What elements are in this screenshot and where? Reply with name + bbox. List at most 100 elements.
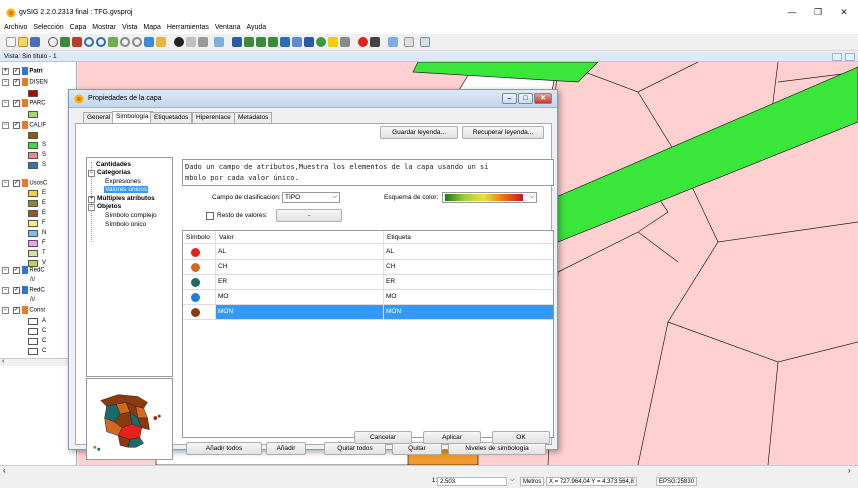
- tree-item-cantidades[interactable]: Cantidades: [96, 161, 131, 168]
- layer-checkbox[interactable]: ✓: [13, 67, 20, 75]
- add-all-button[interactable]: Añadir todos: [186, 442, 262, 455]
- rest-values-checkbox[interactable]: [206, 212, 214, 220]
- zoom-out-icon[interactable]: [96, 37, 106, 47]
- menu-ventana[interactable]: Ventana: [215, 22, 241, 34]
- table-row[interactable]: CH CH: [183, 260, 553, 275]
- table-row[interactable]: ER ER: [183, 275, 553, 290]
- tree-item-simbolo-complejo[interactable]: Símbolo complejo: [105, 212, 157, 219]
- view-minimize-button[interactable]: [832, 53, 842, 61]
- menu-ayuda[interactable]: Ayuda: [246, 22, 266, 34]
- symbol-swatch[interactable]: [191, 248, 200, 257]
- select-all-icon[interactable]: [316, 37, 326, 47]
- tab-etiquetados[interactable]: Etiquetados: [150, 112, 193, 123]
- select-buffer-icon[interactable]: [280, 37, 290, 47]
- label-cell[interactable]: CH: [383, 260, 553, 274]
- add-layer-icon[interactable]: [156, 37, 166, 47]
- column-header-label[interactable]: Etiqueta: [383, 231, 553, 244]
- toc-layer-row[interactable]: − ✓ RedC: [2, 266, 45, 274]
- expander-icon[interactable]: −: [2, 306, 9, 314]
- classification-field-select[interactable]: TIPO ⌵: [282, 192, 340, 203]
- layer-checkbox[interactable]: ✓: [13, 306, 20, 314]
- expander-icon[interactable]: −: [2, 99, 9, 107]
- expander-icon[interactable]: −: [2, 121, 9, 129]
- value-cell[interactable]: CH: [215, 260, 383, 274]
- toc-layer-row[interactable]: + ✓ Patri: [2, 67, 43, 75]
- select-polygon-icon[interactable]: [256, 37, 266, 47]
- toc-layer-row[interactable]: − ✓ CALIF: [2, 121, 46, 129]
- zoom-full-icon[interactable]: [60, 37, 70, 47]
- info-icon[interactable]: [174, 37, 184, 47]
- tree-item-valores-unicos[interactable]: Valores únicos: [104, 186, 149, 193]
- layer-checkbox[interactable]: ✓: [13, 179, 20, 187]
- add-button[interactable]: Añadir: [266, 442, 306, 455]
- locator-icon[interactable]: [214, 37, 224, 47]
- label-cell[interactable]: MON: [383, 305, 553, 319]
- expander-icon[interactable]: +: [2, 67, 9, 75]
- value-cell[interactable]: AL: [215, 245, 383, 259]
- map-hscrollbar[interactable]: ‹ ›: [0, 465, 858, 476]
- layer-checkbox[interactable]: ✓: [13, 99, 20, 107]
- new-project-icon[interactable]: [6, 37, 16, 47]
- layer-checkbox[interactable]: ✓: [13, 78, 20, 86]
- menu-archivo[interactable]: Archivo: [4, 22, 27, 34]
- toc-layer-row[interactable]: − ✓ UsosC: [2, 179, 47, 187]
- tab-simbologia[interactable]: Simbología: [112, 111, 153, 123]
- scroll-right-icon[interactable]: ›: [848, 466, 851, 475]
- layer-checkbox[interactable]: ✓: [13, 286, 20, 294]
- maximize-button[interactable]: ❐: [808, 5, 828, 19]
- graph-icon[interactable]: [404, 37, 414, 47]
- zoom-forward-icon[interactable]: [132, 37, 142, 47]
- zoom-prev-icon[interactable]: [144, 37, 154, 47]
- toc-layer-row[interactable]: − ✓ DISEN: [2, 78, 48, 86]
- table-row[interactable]: AL AL: [183, 245, 553, 260]
- measure-icon[interactable]: [186, 37, 196, 47]
- tab-general[interactable]: General: [83, 112, 115, 123]
- expander-icon[interactable]: −: [2, 266, 9, 274]
- layer-checkbox[interactable]: ✓: [13, 266, 20, 274]
- table-row[interactable]: MON MON: [183, 305, 553, 320]
- area-icon[interactable]: [198, 37, 208, 47]
- table-row[interactable]: MO MO: [183, 290, 553, 305]
- value-cell[interactable]: MON: [215, 305, 383, 319]
- invert-selection-icon[interactable]: [328, 37, 338, 47]
- close-window-button[interactable]: ✕: [834, 5, 854, 19]
- scroll-left-icon[interactable]: ‹: [2, 358, 4, 365]
- symbol-swatch[interactable]: [191, 293, 200, 302]
- zoom-select-icon[interactable]: [108, 37, 118, 47]
- tree-item-categorias[interactable]: Categorías: [97, 169, 131, 176]
- zoom-in-icon[interactable]: [84, 37, 94, 47]
- tab-metadatos[interactable]: Metadatos: [234, 112, 273, 123]
- color-scheme-select[interactable]: ⌵: [442, 192, 537, 203]
- save-project-icon[interactable]: [30, 37, 40, 47]
- scale-input[interactable]: 2.503: [437, 477, 507, 486]
- chevron-down-icon[interactable]: ⌵: [510, 477, 515, 484]
- symbol-swatch[interactable]: [191, 263, 200, 272]
- tab-hiperenlace[interactable]: Hiperenlace: [192, 112, 235, 123]
- menu-mostrar[interactable]: Mostrar: [92, 22, 116, 34]
- view-maximize-button[interactable]: [845, 53, 855, 61]
- filter-icon[interactable]: [304, 37, 314, 47]
- label-cell[interactable]: MO: [383, 290, 553, 304]
- zoom-layer-icon[interactable]: [72, 37, 82, 47]
- value-cell[interactable]: ER: [215, 275, 383, 289]
- expander-icon[interactable]: −: [88, 204, 95, 211]
- menu-capa[interactable]: Capa: [70, 22, 87, 34]
- select-point-icon[interactable]: [232, 37, 242, 47]
- value-cell[interactable]: MO: [215, 290, 383, 304]
- menu-mapa[interactable]: Mapa: [143, 22, 161, 34]
- label-cell[interactable]: ER: [383, 275, 553, 289]
- scissors-icon[interactable]: [370, 37, 380, 47]
- menu-seleccion[interactable]: Selección: [33, 22, 63, 34]
- tree-item-multiples-atributos[interactable]: Múltiples atributos: [97, 195, 155, 202]
- tree-item-objetos[interactable]: Objetos: [97, 203, 121, 210]
- table-icon[interactable]: [420, 37, 430, 47]
- select-rect-icon[interactable]: [244, 37, 254, 47]
- scroll-left-icon[interactable]: ‹: [3, 466, 6, 475]
- minimize-button[interactable]: —: [782, 5, 802, 19]
- toc-layer-row[interactable]: − ✓ RedC: [2, 286, 45, 294]
- toc-layer-row[interactable]: − ✓ Const: [2, 306, 45, 314]
- tree-item-expresiones[interactable]: Expresiones: [105, 178, 141, 185]
- label-cell[interactable]: AL: [383, 245, 553, 259]
- dialog-close-button[interactable]: ✕: [534, 93, 552, 104]
- menu-vista[interactable]: Vista: [122, 22, 137, 34]
